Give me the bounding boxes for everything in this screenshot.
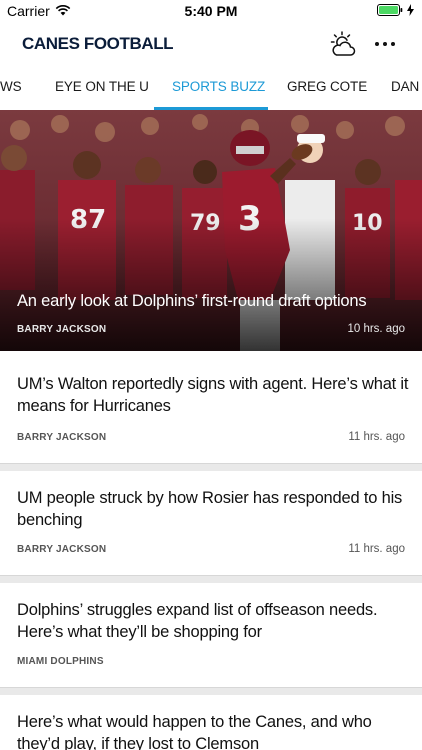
more-dot-icon: [375, 42, 379, 46]
tab-eye-on-the-u[interactable]: EYE ON THE U: [55, 79, 149, 94]
story-timestamp: 11 hrs. ago: [348, 543, 405, 555]
battery-icon: [377, 3, 403, 21]
hero-author: BARRY JACKSON: [17, 324, 107, 335]
story-card[interactable]: Dolphins’ struggles expand list of offse…: [0, 583, 422, 687]
story-card[interactable]: UM people struck by how Rosier has respo…: [0, 471, 422, 575]
tab-sports-buzz[interactable]: SPORTS BUZZ: [172, 79, 265, 94]
app-title: CANES FOOTBALL: [22, 34, 174, 53]
story-separator: [0, 463, 422, 471]
story-author: MIAMI DOLPHINS: [17, 656, 104, 667]
status-bar: Carrier 5:40 PM: [0, 0, 422, 22]
hero-timestamp: 10 hrs. ago: [347, 323, 405, 335]
charging-icon: [407, 3, 414, 21]
story-headline[interactable]: Dolphins’ struggles expand list of offse…: [17, 599, 409, 643]
hero-story[interactable]: 87 79 10 3 An early look at Dolphins’ fi: [0, 110, 422, 351]
more-dot-icon: [383, 42, 387, 46]
hero-photo: 87 79 10 3: [0, 110, 422, 351]
story-card[interactable]: Here’s what would happen to the Canes, a…: [0, 695, 422, 750]
app-header: CANES FOOTBALL: [0, 22, 422, 68]
story-separator: [0, 687, 422, 695]
tab-dan[interactable]: DAN: [391, 79, 419, 94]
story-timestamp: 11 hrs. ago: [348, 431, 405, 443]
story-headline[interactable]: UM people struck by how Rosier has respo…: [17, 487, 409, 531]
tab-news[interactable]: WS: [0, 79, 22, 94]
weather-button[interactable]: [329, 31, 357, 57]
story-headline[interactable]: Here’s what would happen to the Canes, a…: [17, 711, 409, 750]
status-time: 5:40 PM: [184, 3, 238, 19]
story-author: BARRY JACKSON: [17, 544, 107, 555]
more-dot-icon: [391, 42, 395, 46]
section-tabs: WS EYE ON THE U SPORTS BUZZ GREG COTE DA…: [0, 68, 422, 110]
story-headline[interactable]: UM’s Walton reportedly signs with agent.…: [17, 373, 409, 417]
status-right: [377, 3, 414, 21]
story-author: BARRY JACKSON: [17, 432, 107, 443]
tab-greg-cote[interactable]: GREG COTE: [287, 79, 367, 94]
story-card[interactable]: UM’s Walton reportedly signs with agent.…: [0, 351, 422, 463]
more-options-button[interactable]: [372, 31, 398, 57]
story-separator: [0, 575, 422, 583]
hero-headline[interactable]: An early look at Dolphins’ first-round d…: [17, 292, 407, 311]
partly-cloudy-icon: [329, 31, 357, 61]
